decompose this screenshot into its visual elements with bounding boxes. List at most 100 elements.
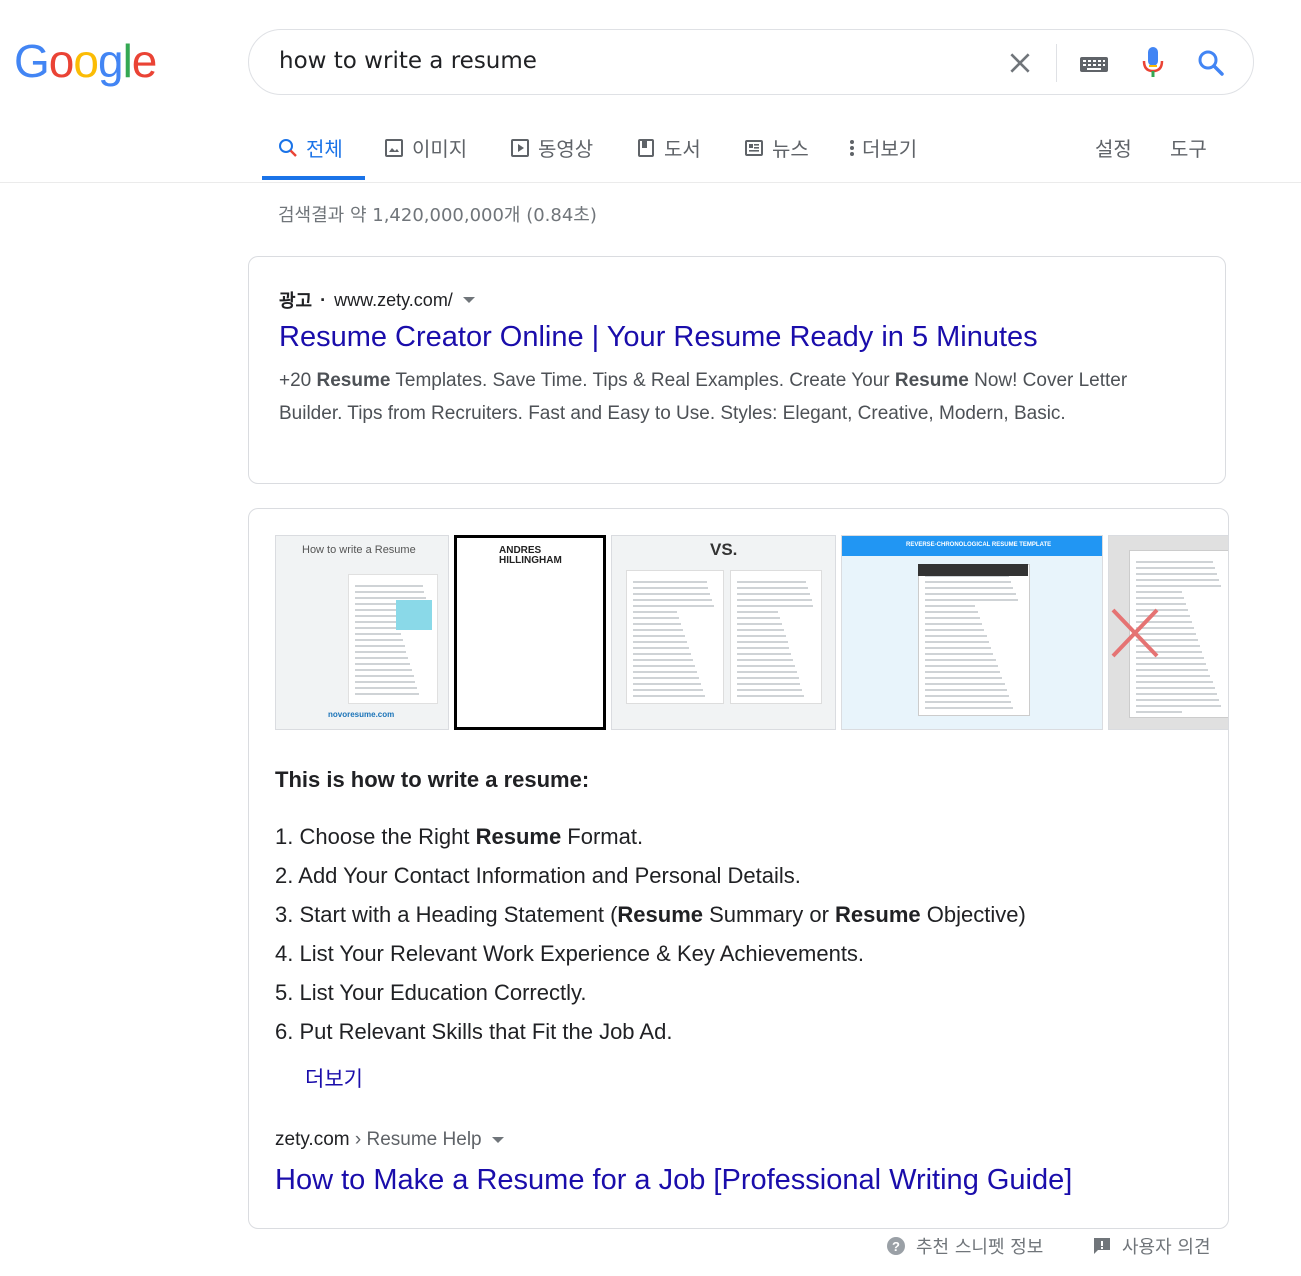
thumbnail-text-line bbox=[925, 629, 984, 631]
tab-all[interactable]: 전체 bbox=[278, 133, 343, 162]
thumbnail-text-line bbox=[737, 653, 791, 655]
thumbnail-text-line bbox=[737, 617, 780, 619]
thumbnail-image[interactable]: How to write a Resume novoresume.com bbox=[275, 535, 449, 730]
book-icon bbox=[638, 138, 654, 157]
ad-url[interactable]: www.zety.com/ bbox=[334, 290, 453, 311]
thumbnail-image[interactable]: ANDRES HILLINGHAM bbox=[454, 535, 606, 730]
item-text-bold: Resume bbox=[835, 902, 921, 927]
clear-icon[interactable] bbox=[1007, 50, 1033, 76]
search-input[interactable]: how to write a resume bbox=[279, 48, 537, 74]
thumbnail-text-line bbox=[355, 651, 406, 653]
ad-result: 광고 · www.zety.com/ Resume Creator Online… bbox=[248, 256, 1226, 484]
thumbnail-text-line bbox=[633, 695, 705, 697]
list-item: 6. Put Relevant Skills that Fit the Job … bbox=[275, 1012, 1026, 1051]
thumbnail-text-line bbox=[925, 623, 982, 625]
thumbnail-text-line bbox=[925, 689, 1007, 691]
thumbnail-text-line bbox=[633, 653, 691, 655]
tab-more[interactable]: 더보기 bbox=[846, 133, 917, 162]
dropdown-arrow-icon[interactable] bbox=[462, 297, 475, 303]
thumbnail-text-line bbox=[737, 587, 808, 589]
thumbnail-text-line bbox=[355, 639, 403, 641]
cite-separator: › bbox=[349, 1129, 367, 1150]
news-icon bbox=[745, 139, 763, 156]
thumbnail-text-line bbox=[1136, 561, 1213, 563]
settings-link[interactable]: 설정 bbox=[1095, 133, 1132, 162]
tab-news[interactable]: 뉴스 bbox=[744, 133, 809, 162]
result-stats: 검색결과 약 1,420,000,000개 (0.84초) bbox=[278, 205, 597, 226]
thumbnail-text-line bbox=[737, 671, 797, 673]
tab-images[interactable]: 이미지 bbox=[384, 133, 467, 162]
ad-title-link[interactable]: Resume Creator Online | Your Resume Read… bbox=[279, 321, 1038, 354]
result-title-link[interactable]: How to Make a Resume for a Job [Professi… bbox=[275, 1164, 1072, 1197]
image-icon bbox=[385, 138, 403, 157]
thumbnail-text-line bbox=[1136, 585, 1221, 587]
item-text: Start with a Heading Statement ( bbox=[299, 902, 618, 927]
logo-letter: l bbox=[122, 35, 133, 87]
cite-domain: zety.com bbox=[275, 1129, 350, 1150]
thumbnail-text-line bbox=[1136, 687, 1215, 689]
logo-letter: G bbox=[14, 35, 50, 87]
item-number: 3. bbox=[275, 902, 294, 927]
list-item: 5. List Your Education Correctly. bbox=[275, 973, 1026, 1012]
thumbnail-text-line bbox=[925, 611, 978, 613]
thumbnail-text-line bbox=[1136, 681, 1213, 683]
thumbnail-text-line bbox=[737, 611, 778, 613]
tab-books[interactable]: 도서 bbox=[636, 133, 701, 162]
thumbnail-text-line bbox=[355, 591, 424, 593]
search-box[interactable]: how to write a resume bbox=[248, 29, 1254, 95]
google-logo[interactable]: Google bbox=[14, 34, 157, 88]
thumbnail-text-line bbox=[633, 641, 687, 643]
thumbnail-image[interactable]: VS. bbox=[611, 535, 836, 730]
item-text: List Your Relevant Work Experience & Key… bbox=[299, 941, 865, 966]
thumbnail-text-line bbox=[1136, 699, 1219, 701]
list-item: 1. Choose the Right Resume Format. bbox=[275, 817, 1026, 856]
thumbnail-text-line bbox=[633, 689, 703, 691]
red-x-icon bbox=[1111, 608, 1159, 658]
tools-link[interactable]: 도구 bbox=[1170, 133, 1207, 162]
thumbnail-text-line bbox=[355, 633, 401, 635]
search-submit-icon[interactable] bbox=[1197, 49, 1225, 77]
thumbnail-text-line bbox=[925, 695, 1009, 697]
search-tabs: 전체 이미지 동영상 도서 뉴스 더보기 설정 도구 bbox=[0, 120, 1301, 183]
keyboard-icon[interactable] bbox=[1079, 54, 1109, 74]
thumbnail-image[interactable] bbox=[1108, 535, 1228, 730]
thumbnail-text-line bbox=[925, 599, 1018, 601]
thumbnail-text-line bbox=[1136, 669, 1208, 671]
thumbnail-text-line bbox=[633, 665, 695, 667]
thumbnail-caption: REVERSE-CHRONOLOGICAL RESUME TEMPLATE bbox=[906, 542, 1052, 548]
thumbnail-text-line bbox=[1136, 579, 1219, 581]
thumbnail-text-line bbox=[633, 671, 697, 673]
item-number: 1. bbox=[275, 824, 294, 849]
thumbnail-text-line bbox=[925, 635, 987, 637]
microphone-icon[interactable] bbox=[1141, 46, 1165, 80]
thumbnail-doc bbox=[396, 600, 432, 630]
tab-label: 뉴스 bbox=[772, 137, 809, 161]
thumbnail-text-line bbox=[925, 647, 991, 649]
dropdown-arrow-icon[interactable] bbox=[491, 1137, 504, 1143]
thumbnail-text-line bbox=[633, 623, 681, 625]
list-item: 3. Start with a Heading Statement (Resum… bbox=[275, 895, 1026, 934]
item-text: Summary or bbox=[703, 902, 836, 927]
tab-label: 이미지 bbox=[412, 137, 468, 161]
thumbnail-caption: novoresume.com bbox=[328, 710, 395, 719]
ad-separator: · bbox=[320, 289, 327, 310]
feedback-link[interactable]: 사용자 의견 bbox=[1092, 1233, 1211, 1259]
thumbnail-text-line bbox=[633, 599, 712, 601]
logo-letter: o bbox=[48, 35, 75, 87]
thumbnail-text-line bbox=[633, 647, 689, 649]
thumbnail-image[interactable]: REVERSE-CHRONOLOGICAL RESUME TEMPLATE bbox=[841, 535, 1103, 730]
thumbnail-text-line bbox=[737, 695, 804, 697]
thumbnail-text-line bbox=[355, 657, 408, 659]
search-divider bbox=[1056, 44, 1057, 82]
thumbnail-text-line bbox=[1136, 567, 1215, 569]
thumbnail-text-line bbox=[355, 627, 399, 629]
more-items-link[interactable]: 더보기 bbox=[305, 1063, 363, 1093]
snippet-about-link[interactable]: ? 추천 스니펫 정보 bbox=[886, 1233, 1043, 1259]
feedback-label: 사용자 의견 bbox=[1122, 1237, 1211, 1258]
tab-label: 동영상 bbox=[538, 137, 594, 161]
thumbnail-doc bbox=[730, 570, 822, 704]
tab-videos[interactable]: 동영상 bbox=[510, 133, 593, 162]
item-text-bold: Resume bbox=[617, 902, 704, 927]
tools-label: 도구 bbox=[1170, 137, 1207, 161]
thumbnail-text-line bbox=[737, 689, 802, 691]
